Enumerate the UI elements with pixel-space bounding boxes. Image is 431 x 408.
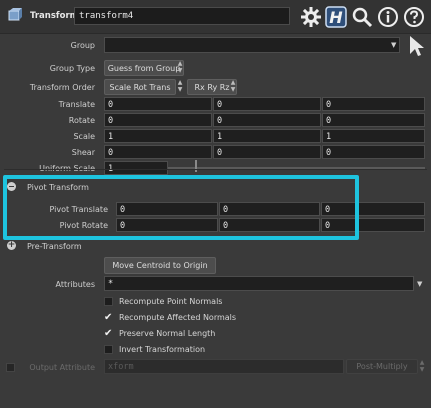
node-type-label: Transform [30, 11, 79, 21]
recompute-affected-normals-checkbox[interactable]: ✔ [104, 313, 112, 323]
attributes-field[interactable]: * [104, 276, 414, 291]
shear-z-field[interactable]: 0 [322, 145, 425, 159]
houdini-help-icon[interactable]: H [323, 4, 349, 30]
transform-order-menu[interactable]: Scale Rot Trans [104, 79, 176, 95]
info-icon[interactable] [375, 4, 401, 30]
rotation-order-arrows-icon: ▲ ▼ [230, 79, 236, 93]
section-divider [4, 169, 427, 170]
invert-transformation-label: Invert Transformation [119, 345, 206, 354]
attributes-label: Attributes [55, 280, 96, 289]
invert-transformation-checkbox[interactable] [104, 345, 113, 354]
transform-order-label: Transform Order [29, 83, 95, 92]
rotate-z-field[interactable]: 0 [322, 113, 425, 127]
pivot-transform-highlight-box [3, 175, 359, 240]
shear-label: Shear [71, 148, 95, 157]
scale-y-field[interactable]: 1 [213, 129, 321, 143]
translate-x-field[interactable]: 0 [104, 97, 212, 111]
select-arrow-icon[interactable] [408, 35, 426, 59]
recompute-affected-normals-label: Recompute Affected Normals [119, 313, 237, 322]
svg-text:H: H [329, 8, 343, 27]
group-label: Group [70, 41, 95, 50]
rotate-label: Rotate [68, 116, 95, 125]
node-name-field[interactable]: transform4 [74, 7, 290, 25]
group-field[interactable] [104, 37, 400, 53]
rotate-y-field[interactable]: 0 [213, 113, 321, 127]
uniform-scale-slider-handle[interactable] [195, 160, 197, 172]
attributes-dropdown-arrow-icon[interactable]: ▼ [417, 280, 422, 288]
help-icon[interactable] [401, 4, 427, 30]
shear-x-field[interactable]: 0 [104, 145, 212, 159]
post-multiply-menu[interactable]: Post-Multiply [346, 359, 418, 374]
transform-order-arrows-icon: ▲ ▼ [177, 79, 183, 93]
pre-transform-expand-icon[interactable]: + [7, 241, 16, 250]
search-icon[interactable] [349, 4, 375, 30]
pre-transform-title[interactable]: Pre-Transform [27, 242, 82, 251]
group-type-menu-arrows-icon: ▲ ▼ [177, 60, 183, 74]
move-centroid-button[interactable]: Move Centroid to Origin [104, 257, 216, 274]
post-multiply-arrows-icon: ▲ ▼ [419, 359, 425, 373]
translate-z-field[interactable]: 0 [322, 97, 425, 111]
group-dropdown-arrow-icon[interactable]: ▼ [391, 41, 396, 49]
translate-y-field[interactable]: 0 [213, 97, 321, 111]
shear-y-field[interactable]: 0 [213, 145, 321, 159]
group-type-label: Group Type [49, 64, 95, 73]
recompute-point-normals-checkbox[interactable] [104, 297, 113, 306]
uniform-scale-field[interactable]: 1 [104, 161, 168, 175]
preserve-normal-length-checkbox[interactable]: ✔ [104, 329, 112, 339]
rotate-x-field[interactable]: 0 [104, 113, 212, 127]
scale-x-field[interactable]: 1 [104, 129, 212, 143]
gear-icon[interactable] [298, 4, 324, 30]
scale-label: Scale [73, 132, 95, 141]
output-attribute-label: Output Attribute [29, 363, 95, 372]
group-type-menu[interactable]: Guess from Group [104, 60, 184, 76]
scale-z-field[interactable]: 1 [322, 129, 425, 143]
output-attribute-field[interactable]: xform [104, 359, 344, 374]
transform-node-icon [6, 6, 24, 24]
recompute-point-normals-label: Recompute Point Normals [119, 297, 223, 306]
translate-label: Translate [58, 100, 95, 109]
preserve-normal-length-label: Preserve Normal Length [119, 329, 216, 338]
